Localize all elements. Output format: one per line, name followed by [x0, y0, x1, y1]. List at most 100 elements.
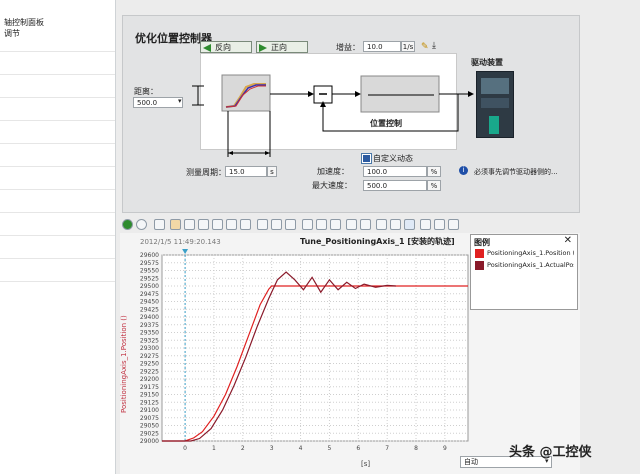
fit-x-icon[interactable] [285, 219, 296, 230]
y-tick-label: 29350 [140, 330, 159, 337]
x-tick-label: 7 [385, 445, 389, 452]
scale-x-icon[interactable] [316, 219, 327, 230]
y-tick-label: 29025 [140, 430, 159, 437]
acceleration-field[interactable]: 100.0 [363, 166, 427, 177]
scale-y-icon[interactable] [330, 219, 341, 230]
sidebar-item-tuning[interactable]: 调节 [4, 28, 20, 39]
y-tick-label: 29550 [140, 268, 159, 275]
gain-label: 增益： [336, 43, 360, 52]
sidebar-item-axis-control[interactable]: 轴控制面板 [4, 17, 44, 28]
dropdown-arrow-icon[interactable]: ▾ [178, 97, 182, 105]
legend-label-actual: PositioningAxis_1.ActualPosition [487, 261, 574, 269]
export-icon[interactable] [448, 219, 459, 230]
y-tick-label: 29200 [140, 376, 159, 383]
measure-x-icon[interactable] [390, 219, 401, 230]
gain-unit: 1/s [401, 41, 415, 52]
legend-icon[interactable] [434, 219, 445, 230]
y-tick-label: 29100 [140, 407, 159, 414]
zoom-minus-icon[interactable] [240, 219, 251, 230]
grid-icon[interactable] [404, 219, 415, 230]
y-tick-label: 29400 [140, 314, 159, 321]
max-speed-label: 最大速度： [312, 181, 352, 190]
y-tick-label: 29150 [140, 392, 159, 399]
custom-dynamics-label: 自定义动态 [373, 154, 413, 163]
legend-label-position: PositioningAxis_1.Position () [487, 249, 574, 257]
zoom-plus-icon[interactable] [226, 219, 237, 230]
custom-dynamics-checkbox[interactable] [361, 153, 372, 164]
sidebar-divider [0, 51, 115, 52]
x-axis-unit: [s] [361, 460, 370, 468]
chart-toolbar [120, 216, 580, 233]
y-tick-label: 29525 [140, 275, 159, 282]
y-tick-label: 29225 [140, 368, 159, 375]
distance-field[interactable]: 500.0 [133, 97, 183, 108]
position-control-label: 位置控制 [370, 119, 402, 128]
legend-panel: 图例 ✕ PositioningAxis_1.Position () Posit… [470, 234, 578, 310]
info-text: 必须事先调节驱动器侧的... [474, 168, 558, 176]
checkbox-check [363, 155, 370, 162]
cursor-x-icon[interactable] [360, 219, 371, 230]
fit-all-icon[interactable] [257, 219, 268, 230]
refresh-icon[interactable] [136, 219, 147, 230]
watermark: 头条 @工控侠 [509, 445, 592, 460]
measure-period-label: 测量周期： [186, 168, 226, 177]
y-tick-label: 29475 [140, 291, 159, 298]
measure-period-field[interactable]: 15.0 [225, 166, 267, 177]
distance-label: 距离： [134, 87, 158, 96]
sidebar-divider [0, 258, 115, 259]
x-tick-label: 8 [414, 445, 418, 452]
legend-swatch-actual [475, 261, 484, 270]
fit-y-icon[interactable] [271, 219, 282, 230]
y-tick-label: 29050 [140, 423, 159, 430]
y-tick-label: 29575 [140, 260, 159, 267]
acceleration-label: 加速度： [317, 167, 349, 176]
zoom-horizontal-icon[interactable] [198, 219, 209, 230]
x-tick-label: 4 [299, 445, 303, 452]
x-tick-label: 1 [212, 445, 216, 452]
y-tick-label: 29600 [140, 252, 159, 259]
x-tick-label: 6 [356, 445, 360, 452]
legend-title: 图例 [474, 238, 490, 247]
download-icon[interactable]: ⤓ [432, 41, 436, 51]
plot-area: 2900029025290502907529100291252915029175… [140, 249, 469, 452]
zoom-vertical-icon[interactable] [212, 219, 223, 230]
x-tick-label: 5 [328, 445, 332, 452]
x-tick-label: 3 [270, 445, 274, 452]
zoom-box-icon[interactable] [184, 219, 195, 230]
hand-pan-icon[interactable] [170, 219, 181, 230]
table-icon[interactable] [420, 219, 431, 230]
sidebar-divider [0, 212, 115, 213]
sidebar-divider [0, 74, 115, 75]
drive-device-image [476, 71, 514, 138]
drive-label: 驱动装置 [471, 58, 503, 67]
sidebar-divider [0, 166, 115, 167]
chart-timestamp: 2012/1/5 11:49:20.143 [140, 238, 221, 246]
y-axis-label: PositioningAxis_1.Position () [120, 315, 128, 413]
acceleration-unit: % [427, 166, 441, 177]
forward-button[interactable]: 正向 [256, 41, 308, 53]
start-icon[interactable] [122, 219, 133, 230]
y-tick-label: 29075 [140, 415, 159, 422]
sidebar-divider [0, 281, 115, 282]
cursor-icon[interactable] [346, 219, 357, 230]
drive-module [489, 116, 499, 134]
y-tick-label: 29300 [140, 345, 159, 352]
y-tick-label: 29500 [140, 283, 159, 290]
drive-keypad [481, 98, 509, 108]
x-tick-label: 0 [183, 445, 187, 452]
close-icon[interactable]: ✕ [564, 235, 572, 246]
zoom-in-icon[interactable] [154, 219, 165, 230]
measure-icon[interactable] [376, 219, 387, 230]
trigger-marker-icon [182, 249, 189, 254]
y-tick-label: 29275 [140, 353, 159, 360]
sidebar-divider [0, 235, 115, 236]
gain-field[interactable]: 10.0 [363, 41, 401, 52]
max-speed-field[interactable]: 500.0 [363, 180, 427, 191]
sidebar-divider [0, 97, 115, 98]
scale-icon[interactable] [302, 219, 313, 230]
y-tick-label: 29000 [140, 438, 159, 445]
wand-icon[interactable]: ✎ [421, 42, 429, 52]
reverse-button[interactable]: 反向 [200, 41, 252, 53]
y-tick-label: 29325 [140, 337, 159, 344]
arrow-left-icon [203, 44, 211, 52]
